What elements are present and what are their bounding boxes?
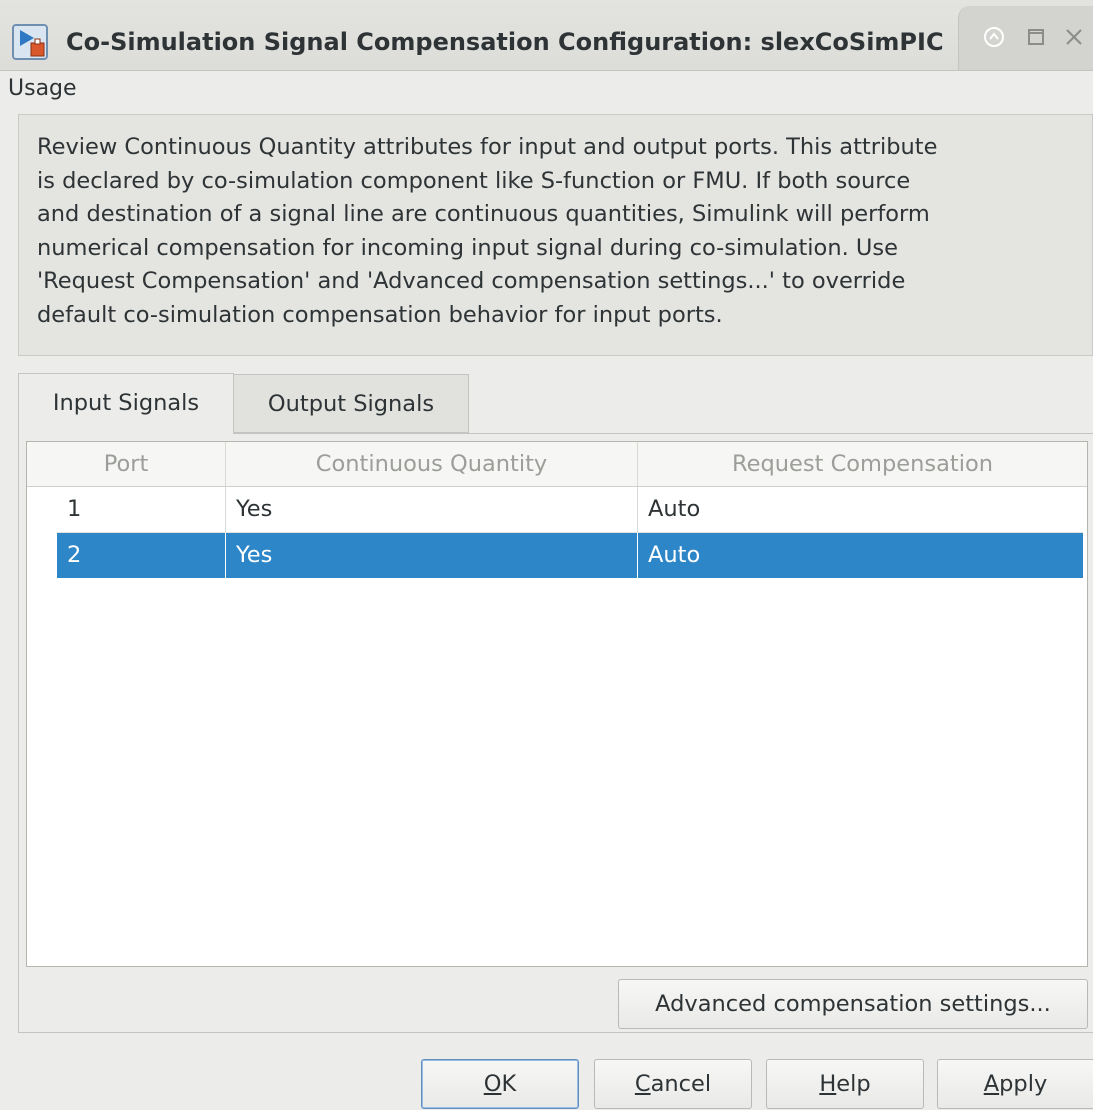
usage-description: Review Continuous Quantity attributes fo… xyxy=(18,114,1093,356)
usage-line: Review Continuous Quantity attributes fo… xyxy=(37,134,938,160)
cell-continuous-quantity: Yes xyxy=(226,487,638,532)
ok-button[interactable]: OK xyxy=(421,1059,579,1109)
column-header-request-compensation[interactable]: Request Compensation xyxy=(638,442,1087,486)
title-bar: Co-Simulation Signal Compensation Config… xyxy=(0,0,1093,71)
maximize-icon[interactable] xyxy=(1021,22,1051,52)
cancel-button[interactable]: Cancel xyxy=(594,1059,752,1109)
advanced-compensation-settings-button[interactable]: Advanced compensation settings... xyxy=(618,979,1088,1029)
apply-label: pply xyxy=(999,1071,1048,1097)
close-icon[interactable] xyxy=(1059,22,1089,52)
help-button[interactable]: Help xyxy=(766,1059,924,1109)
ok-label: K xyxy=(501,1071,517,1097)
column-header-port[interactable]: Port xyxy=(27,442,226,486)
table-row[interactable]: 1 Yes Auto xyxy=(57,487,1083,533)
cancel-mnemonic: C xyxy=(634,1071,651,1097)
table-row-selected[interactable]: 2 Yes Auto xyxy=(57,533,1083,578)
cancel-label: ancel xyxy=(650,1071,712,1097)
cell-port: 1 xyxy=(57,487,226,532)
table-header: Port Continuous Quantity Request Compens… xyxy=(27,442,1087,487)
help-mnemonic: H xyxy=(819,1071,837,1097)
cell-request-compensation[interactable]: Auto xyxy=(638,487,1083,532)
ok-mnemonic: O xyxy=(483,1071,502,1097)
window-title: Co-Simulation Signal Compensation Config… xyxy=(66,28,944,56)
apply-mnemonic: A xyxy=(983,1071,1000,1097)
apply-button[interactable]: Apply xyxy=(937,1059,1093,1109)
tab-input-signals[interactable]: Input Signals xyxy=(18,373,234,434)
column-header-continuous-quantity[interactable]: Continuous Quantity xyxy=(226,442,638,486)
usage-line: and destination of a signal line are con… xyxy=(37,201,930,227)
usage-line: numerical compensation for incoming inpu… xyxy=(37,234,898,261)
usage-line: default co-simulation compensation behav… xyxy=(37,301,723,328)
simulink-app-icon xyxy=(12,24,48,60)
cell-port: 2 xyxy=(57,533,226,578)
usage-line: is declared by co-simulation component l… xyxy=(37,167,911,194)
usage-label: Usage xyxy=(8,76,77,101)
cell-continuous-quantity: Yes xyxy=(226,533,638,578)
help-label: elp xyxy=(836,1071,871,1097)
restore-icon[interactable] xyxy=(979,22,1009,52)
cell-request-compensation[interactable]: Auto xyxy=(638,533,1083,578)
usage-line: 'Request Compensation' and 'Advanced com… xyxy=(37,268,906,294)
signals-table[interactable]: Port Continuous Quantity Request Compens… xyxy=(26,441,1088,967)
tab-output-signals[interactable]: Output Signals xyxy=(234,374,469,433)
window-controls xyxy=(958,6,1093,70)
input-signals-panel: Port Continuous Quantity Request Compens… xyxy=(18,433,1093,1033)
